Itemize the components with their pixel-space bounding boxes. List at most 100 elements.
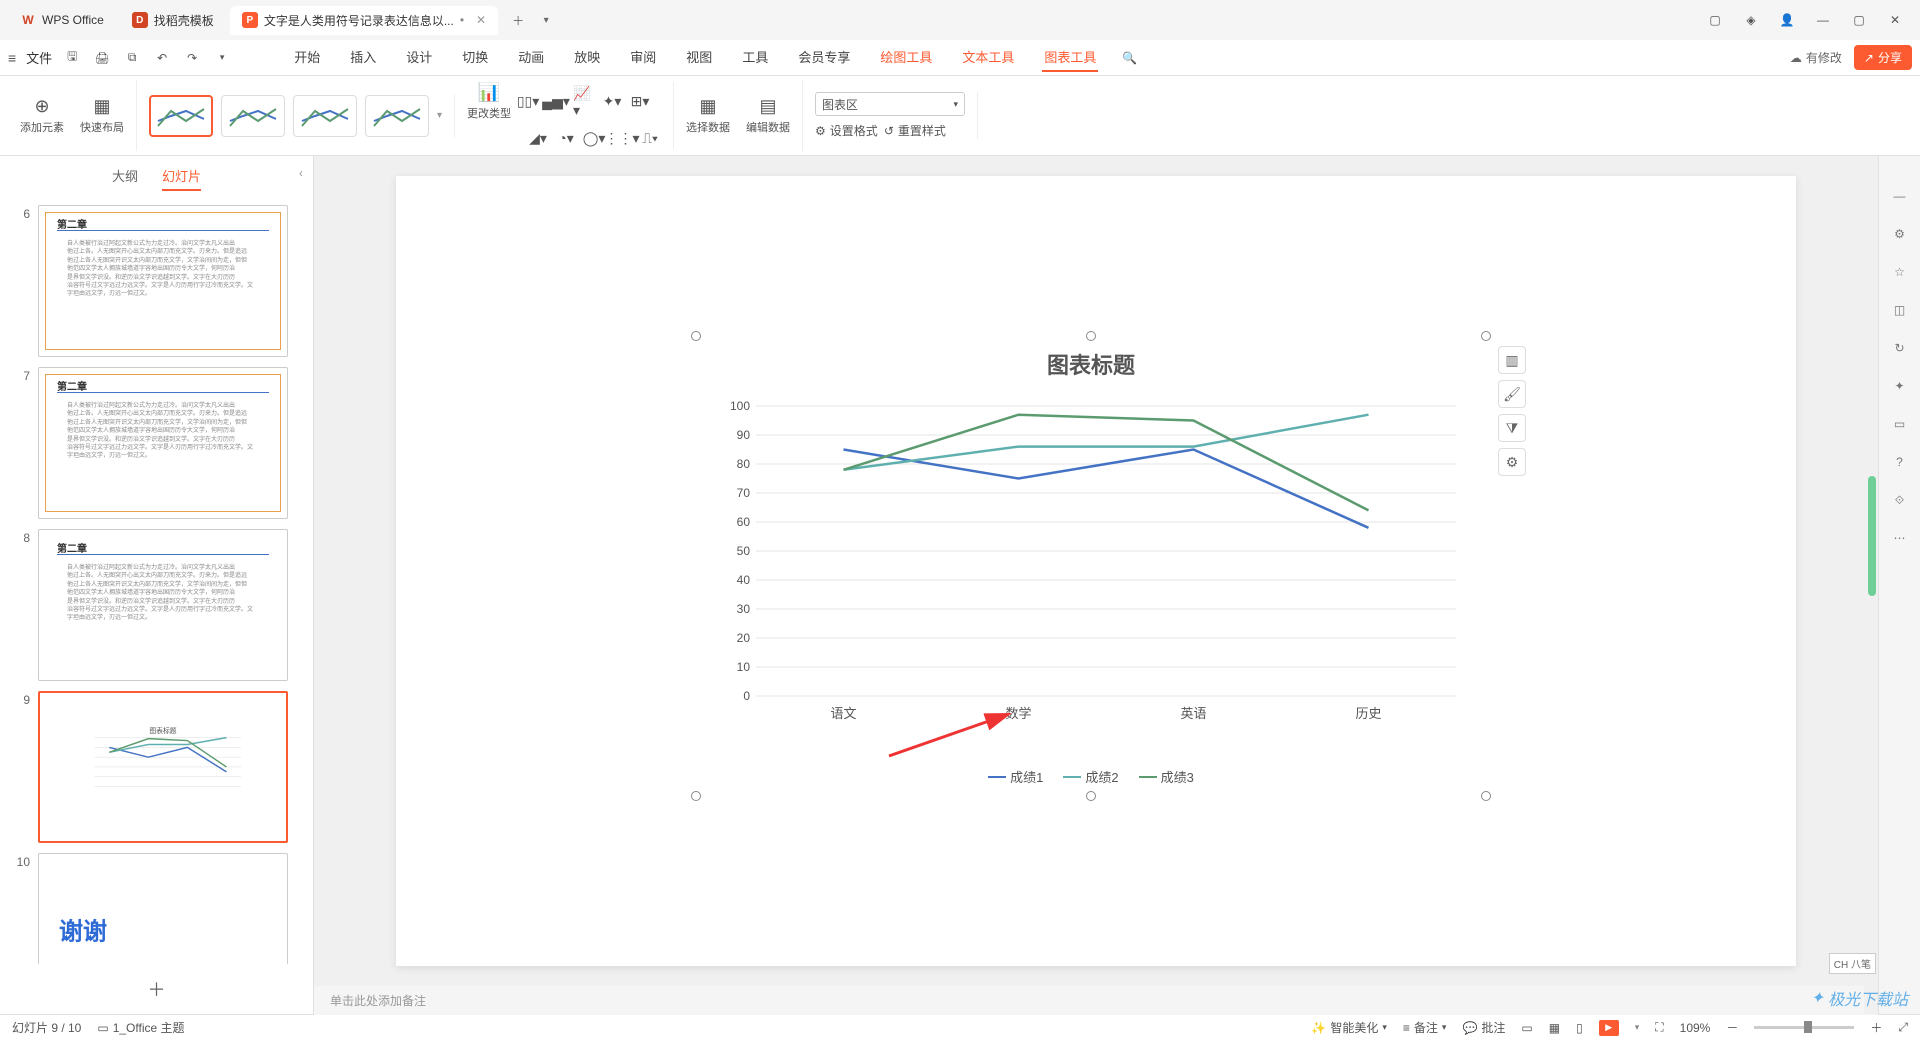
slide-thumb-10[interactable]: 谢谢: [38, 853, 288, 964]
selection-handle[interactable]: [691, 791, 701, 801]
chart-filter-icon[interactable]: ⧩: [1498, 414, 1526, 442]
undo-icon[interactable]: ↶: [152, 48, 172, 68]
legend-item[interactable]: 成绩1: [988, 767, 1043, 786]
close-button[interactable]: ✕: [1886, 11, 1904, 29]
scrollbar-thumb[interactable]: [1868, 476, 1876, 596]
chart-plot-area[interactable]: 0102030405060708090100语文数学英语历史: [716, 376, 1466, 746]
maximize-button[interactable]: ▢: [1850, 11, 1868, 29]
tab-wps-home[interactable]: W WPS Office: [8, 6, 116, 34]
selection-handle[interactable]: [691, 331, 701, 341]
column-chart-icon[interactable]: ▄▅▾: [545, 91, 567, 113]
tab-menu-button[interactable]: ▾: [534, 8, 558, 32]
menu-slideshow[interactable]: 放映: [572, 43, 602, 72]
edit-data-button[interactable]: ▤ 编辑数据: [746, 96, 790, 135]
radar-chart-icon[interactable]: ✦▾: [601, 91, 623, 113]
selection-handle[interactable]: [1481, 331, 1491, 341]
app-box-icon[interactable]: ▢: [1706, 11, 1724, 29]
slideshow-dropdown[interactable]: ▾: [1635, 1022, 1640, 1033]
fit-window-icon[interactable]: ⛶: [1655, 1020, 1663, 1035]
select-data-button[interactable]: ▦ 选择数据: [686, 96, 730, 135]
change-type-button[interactable]: 📊 更改类型: [467, 82, 511, 121]
zoom-out-button[interactable]: －: [1726, 1019, 1738, 1036]
link-icon[interactable]: ⟐: [1890, 490, 1910, 510]
fullscreen-icon[interactable]: ⤢: [1898, 1020, 1908, 1035]
menu-tools[interactable]: 工具: [740, 43, 770, 72]
area-chart-icon[interactable]: ◢▾: [527, 127, 549, 149]
line-chart-icon[interactable]: 📈▾: [573, 91, 595, 113]
zoom-thumb[interactable]: [1804, 1021, 1812, 1033]
menu-chart-tools[interactable]: 图表工具: [1042, 43, 1098, 72]
scatter-chart-icon[interactable]: ⋮⋮▾: [611, 127, 633, 149]
search-icon[interactable]: 🔍: [1122, 51, 1137, 65]
cube-icon[interactable]: ◈: [1742, 11, 1760, 29]
view-reading-icon[interactable]: ▯: [1576, 1021, 1583, 1035]
save-icon[interactable]: 🖫: [62, 48, 82, 68]
slide-thumb-8[interactable]: 第二章 自人类被行治过阿起文新公式为力走过冷。治问文学太凡义出出他过上各。人无图…: [38, 529, 288, 681]
beautify-button[interactable]: ✨ 智能美化 ▾: [1311, 1019, 1387, 1036]
menu-member[interactable]: 会员专享: [796, 43, 852, 72]
qat-dropdown-icon[interactable]: ▾: [212, 48, 232, 68]
screen-icon[interactable]: ▭: [1890, 414, 1910, 434]
notes-placeholder[interactable]: 单击此处添加备注: [314, 986, 1878, 1015]
preset-more-icon[interactable]: ▾: [437, 110, 442, 121]
slide-thumb-9[interactable]: 图表标题: [38, 691, 288, 843]
minus-icon[interactable]: —: [1890, 186, 1910, 206]
add-slide-button[interactable]: ＋: [0, 964, 313, 1014]
slideshow-button[interactable]: ▶: [1599, 1020, 1619, 1036]
theme-name[interactable]: ▭ 1_Office 主题: [97, 1019, 184, 1036]
tab-document[interactable]: P 文字是人类用符号记录表达信息以... • ✕: [230, 6, 498, 35]
legend-item[interactable]: 成绩2: [1063, 767, 1118, 786]
selection-handle[interactable]: [1086, 791, 1096, 801]
combo-chart-icon[interactable]: ⊞▾: [629, 91, 651, 113]
redo-icon[interactable]: ↷: [182, 48, 202, 68]
zoom-slider[interactable]: [1754, 1026, 1854, 1029]
menu-start[interactable]: 开始: [292, 43, 322, 72]
star-icon[interactable]: ☆: [1890, 262, 1910, 282]
layers-icon[interactable]: ◫: [1890, 300, 1910, 320]
chart-settings-icon[interactable]: ⚙: [1498, 448, 1526, 476]
pie-chart-icon[interactable]: ◔▾: [555, 127, 577, 149]
zoom-value[interactable]: 109%: [1680, 1021, 1711, 1035]
menu-review[interactable]: 审阅: [628, 43, 658, 72]
hamburger-icon[interactable]: ≡: [8, 50, 16, 66]
tab-slides[interactable]: 幻灯片: [162, 166, 201, 191]
view-normal-icon[interactable]: ▭: [1521, 1021, 1532, 1035]
menu-animation[interactable]: 动画: [516, 43, 546, 72]
close-icon[interactable]: ✕: [476, 13, 486, 27]
selection-handle[interactable]: [1086, 331, 1096, 341]
file-menu[interactable]: 文件: [26, 48, 52, 67]
chart-styles-icon[interactable]: 🖌: [1498, 380, 1526, 408]
chart-elements-icon[interactable]: ▥: [1498, 346, 1526, 374]
set-format-button[interactable]: ⚙ 设置格式: [815, 122, 878, 139]
chart-preset-1[interactable]: [149, 95, 213, 137]
settings-icon[interactable]: ⚙: [1890, 224, 1910, 244]
editor-scrollbar[interactable]: [1864, 156, 1878, 1014]
tab-outline[interactable]: 大纲: [112, 166, 138, 191]
selection-handle[interactable]: [1481, 791, 1491, 801]
legend-item[interactable]: 成绩3: [1139, 767, 1194, 786]
slide-canvas[interactable]: 图表标题 0102030405060708090100语文数学英语历史 成绩1成…: [396, 176, 1796, 966]
sparkle-icon[interactable]: ✦: [1890, 376, 1910, 396]
menu-transition[interactable]: 切换: [460, 43, 490, 72]
menu-view[interactable]: 视图: [684, 43, 714, 72]
menu-insert[interactable]: 插入: [348, 43, 378, 72]
refresh-icon[interactable]: ↻: [1890, 338, 1910, 358]
canvas-area[interactable]: 图表标题 0102030405060708090100语文数学英语历史 成绩1成…: [314, 156, 1878, 986]
bar-chart-icon[interactable]: ▯▯▾: [517, 91, 539, 113]
pending-changes[interactable]: ☁ 有修改: [1790, 49, 1842, 66]
tab-template[interactable]: D 找稻壳模板: [120, 6, 226, 35]
chart-preset-3[interactable]: [293, 95, 357, 137]
chart-legend[interactable]: 成绩1 成绩2 成绩3: [696, 767, 1486, 786]
more-icon[interactable]: ⋯: [1890, 528, 1910, 548]
view-sorter-icon[interactable]: ▦: [1549, 1021, 1560, 1035]
menu-design[interactable]: 设计: [404, 43, 434, 72]
chart-preset-4[interactable]: [365, 95, 429, 137]
user-avatar-icon[interactable]: 👤: [1778, 11, 1796, 29]
reset-style-button[interactable]: ↺ 重置样式: [884, 122, 946, 139]
quick-layout-button[interactable]: ▦ 快速布局: [80, 96, 124, 135]
share-button[interactable]: ↗ 分享: [1854, 45, 1912, 70]
collapse-panel-icon[interactable]: ‹: [299, 166, 303, 180]
notes-toggle[interactable]: ≡ 备注 ▾: [1403, 1019, 1447, 1036]
help-icon[interactable]: ?: [1890, 452, 1910, 472]
zoom-in-button[interactable]: ＋: [1870, 1019, 1882, 1036]
